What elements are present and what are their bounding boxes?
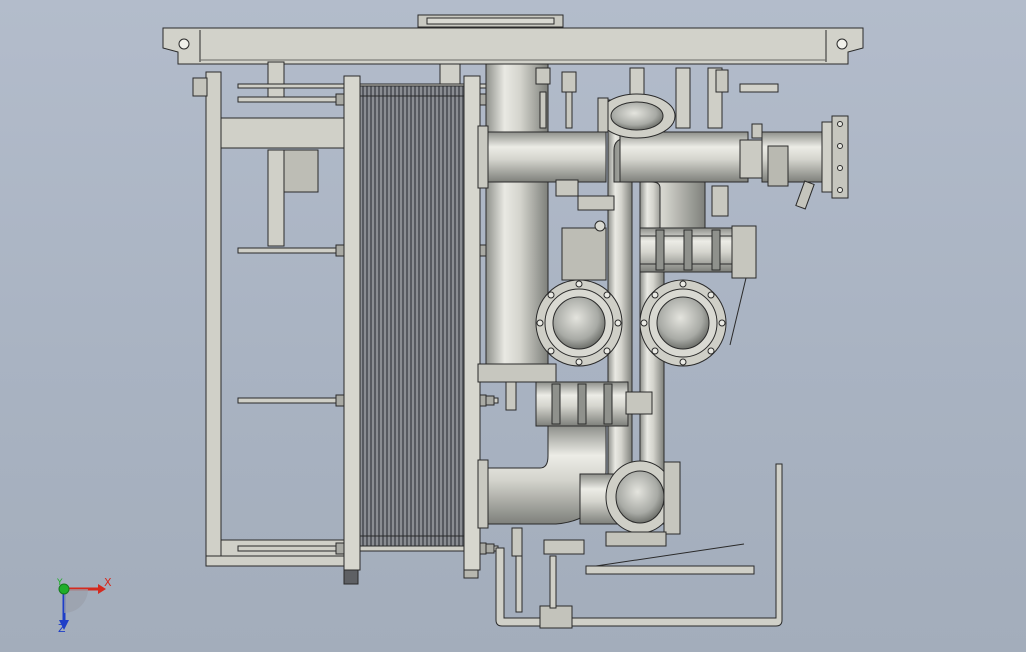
butterfly-valve-lower — [535, 381, 653, 427]
plate-heat-exchanger — [343, 75, 481, 585]
assembly-drawing — [58, 14, 864, 630]
axis-y-label: Y — [57, 578, 63, 588]
flange-left — [535, 279, 623, 367]
axis-z-label: Z — [58, 622, 66, 635]
flange-right — [639, 279, 727, 367]
axis-x-label: X — [104, 576, 112, 589]
lifting-beam — [162, 14, 864, 65]
cad-viewport[interactable]: X Y Z — [0, 0, 1026, 652]
coordinate-triad — [58, 583, 106, 630]
flange-top — [598, 93, 676, 139]
